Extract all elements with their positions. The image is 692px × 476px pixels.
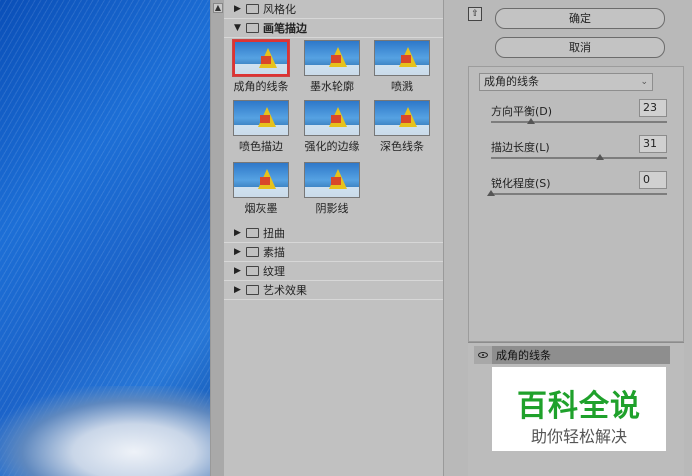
thumbnail-image <box>233 100 289 136</box>
slider-knob[interactable] <box>487 190 495 196</box>
thumbnail-image <box>233 40 289 76</box>
category-label: 扭曲 <box>263 227 285 240</box>
preview-snow-region <box>0 386 210 476</box>
filter-thumb-sumi-e[interactable]: 烟灰墨 <box>231 162 291 216</box>
filter-thumb-crosshatch[interactable]: 阴影线 <box>302 162 362 216</box>
param-label: 方向平衡(D) <box>491 105 553 118</box>
filter-thumb-label: 成角的线条 <box>233 80 289 93</box>
category-label: 画笔描边 <box>263 22 307 35</box>
thumbnail-image <box>374 40 430 76</box>
effect-layer-row[interactable]: 成角的线条 <box>474 346 670 364</box>
param-sharpness: 锐化程度(S) 0 <box>487 171 667 196</box>
category-label: 素描 <box>263 246 285 259</box>
category-stylize[interactable]: ▶ 风格化 <box>224 0 443 19</box>
filter-settings-box: 成角的线条 ⌄ 方向平衡(D) 23 描边长度(L) 31 锐化程度(S) 0 <box>468 66 684 342</box>
category-sketch[interactable]: ▶ 素描 <box>224 243 443 262</box>
ok-button[interactable]: 确定 <box>495 8 665 29</box>
param-direction-balance: 方向平衡(D) 23 <box>491 99 667 124</box>
expand-arrow-icon: ▶ <box>234 247 241 257</box>
preview-canvas[interactable] <box>0 0 210 476</box>
category-artistic[interactable]: ▶ 艺术效果 <box>224 281 443 300</box>
filter-thumb-label: 阴影线 <box>315 202 349 215</box>
category-label: 艺术效果 <box>263 284 307 297</box>
watermark-title: 百科全说 <box>517 389 641 424</box>
folder-icon <box>246 4 259 14</box>
category-distort[interactable]: ▶ 扭曲 <box>224 224 443 243</box>
folder-icon <box>246 23 259 33</box>
category-label: 纹理 <box>263 265 285 278</box>
preview-scrollbar[interactable]: ▲ <box>210 0 224 476</box>
filter-select-value: 成角的线条 <box>484 75 539 88</box>
visibility-eye-icon[interactable] <box>474 346 492 364</box>
category-label: 风格化 <box>263 3 296 16</box>
watermark-logo: 百科全说 助你轻松解决 <box>492 367 666 451</box>
collapse-gallery-icon[interactable]: ⇧ <box>468 7 482 21</box>
folder-icon <box>246 266 259 276</box>
stroke-length-input[interactable]: 31 <box>639 135 667 153</box>
expand-arrow-icon: ▶ <box>234 285 241 295</box>
folder-icon <box>246 285 259 295</box>
filter-thumb-spatter[interactable]: 喷溅 <box>372 40 432 94</box>
thumbnail-image <box>374 100 430 136</box>
chevron-down-icon: ⌄ <box>640 77 648 87</box>
sharpness-input[interactable]: 0 <box>639 171 667 189</box>
folder-icon <box>246 228 259 238</box>
slider-knob[interactable] <box>527 118 536 124</box>
category-texture[interactable]: ▶ 纹理 <box>224 262 443 281</box>
filter-thumb-sprayed-strokes[interactable]: 喷色描边 <box>231 100 291 154</box>
filter-gallery: ▶ 风格化 ▼ 画笔描边 成角的线条 墨水轮廓 喷溅 喷色描边 强化的边缘 深色… <box>224 0 444 476</box>
filter-thumb-label: 强化的边缘 <box>304 140 360 153</box>
filter-thumb-label: 深色线条 <box>380 140 424 153</box>
thumbnail-image <box>233 162 289 198</box>
slider-track[interactable] <box>491 157 667 159</box>
slider-knob[interactable] <box>596 154 605 160</box>
filter-thumb-ink-outlines[interactable]: 墨水轮廓 <box>302 40 362 94</box>
direction-balance-input[interactable]: 23 <box>639 99 667 117</box>
effect-layers-panel: 成角的线条 百科全说 助你轻松解决 <box>468 342 684 476</box>
brush-filter-grid: 成角的线条 墨水轮廓 喷溅 喷色描边 强化的边缘 深色线条 烟灰墨 阴影线 <box>224 38 443 224</box>
collapse-arrow-icon: ▼ <box>234 23 241 33</box>
filter-thumb-label: 喷色描边 <box>239 140 283 153</box>
slider-track[interactable] <box>491 121 667 123</box>
cancel-button[interactable]: 取消 <box>495 37 665 58</box>
watermark-subtitle: 助你轻松解决 <box>530 427 627 446</box>
filter-thumb-accented-edges[interactable]: 强化的边缘 <box>302 100 362 154</box>
filter-thumb-label: 墨水轮廓 <box>310 80 354 93</box>
expand-arrow-icon: ▶ <box>234 4 241 14</box>
filter-thumb-label: 烟灰墨 <box>244 202 278 215</box>
filter-thumb-angled-strokes[interactable]: 成角的线条 <box>231 40 291 94</box>
folder-icon <box>246 247 259 257</box>
param-label: 锐化程度(S) <box>491 177 551 190</box>
thumbnail-image <box>304 40 360 76</box>
settings-panel: ⇧ 确定 取消 成角的线条 ⌄ 方向平衡(D) 23 描边长度(L) 31 锐化… <box>444 0 692 476</box>
thumbnail-image <box>304 162 360 198</box>
scroll-up-arrow-icon[interactable]: ▲ <box>213 3 223 13</box>
filter-select-dropdown[interactable]: 成角的线条 ⌄ <box>479 73 653 91</box>
expand-arrow-icon: ▶ <box>234 228 241 238</box>
param-label: 描边长度(L) <box>491 141 550 154</box>
thumbnail-image <box>304 100 360 136</box>
slider-track[interactable] <box>491 193 667 195</box>
effect-layer-name: 成角的线条 <box>496 349 551 362</box>
filter-thumb-dark-strokes[interactable]: 深色线条 <box>372 100 432 154</box>
category-brush-strokes[interactable]: ▼ 画笔描边 <box>224 19 443 38</box>
expand-arrow-icon: ▶ <box>234 266 241 276</box>
param-stroke-length: 描边长度(L) 31 <box>491 135 667 160</box>
filter-thumb-label: 喷溅 <box>391 80 413 93</box>
